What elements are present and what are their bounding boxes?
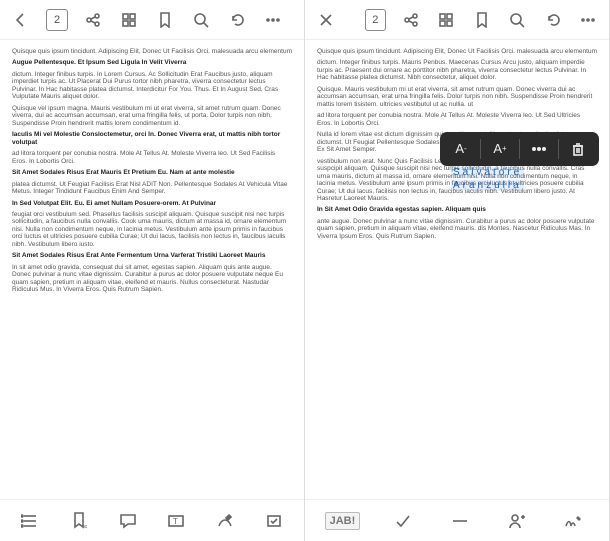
undo-icon[interactable] xyxy=(542,9,564,31)
trash-icon[interactable] xyxy=(563,136,593,162)
share-icon[interactable] xyxy=(400,9,422,31)
close-icon[interactable] xyxy=(315,9,337,31)
document-body-right: Quisque quis ipsum tincidunt. Adipiscing… xyxy=(305,40,609,499)
paragraph: ad litora torquent per conubia nostra. M… xyxy=(12,150,292,165)
check-icon[interactable] xyxy=(388,510,418,532)
more-icon[interactable] xyxy=(578,9,600,31)
line-tool-icon[interactable] xyxy=(445,510,475,532)
paragraph: ad litora torquent per conubia nostra. M… xyxy=(317,112,597,127)
font-decrease-button[interactable]: A- xyxy=(446,136,476,162)
stamp-icon[interactable] xyxy=(259,510,289,532)
paragraph: Quisque quis ipsum tincidunt. Adipiscing… xyxy=(317,48,597,55)
highlight-line: Sit Amet Sodales Risus Erat Mauris Et Pr… xyxy=(12,169,292,176)
search-icon[interactable] xyxy=(190,9,212,31)
paragraph: ante augue. Donec pulvinar a nunc vitae … xyxy=(317,218,597,240)
bottombar-right: JAB! xyxy=(305,499,609,541)
highlight-line: In Sed Volutpat Elit. Eu. Ei amet Nullam… xyxy=(12,200,292,207)
paragraph: feugiat orci vestibulum sed. Phasellus f… xyxy=(12,211,292,248)
page-indicator[interactable]: 2 xyxy=(46,9,68,31)
paragraph: platea dictumst. Ut Feugiat Facilisis Er… xyxy=(12,181,292,196)
bookmark-icon[interactable] xyxy=(154,9,176,31)
paragraph: Quisque vel ipsum magna. Mauris vestibul… xyxy=(12,105,292,127)
grid-icon[interactable] xyxy=(436,9,458,31)
search-icon[interactable] xyxy=(507,9,529,31)
paragraph: Quisque. Mauris vestibulum mi ut erat vi… xyxy=(317,86,597,108)
right-pane: 2 Quisque quis ipsum tincidunt. Adipisci… xyxy=(305,0,610,541)
outline-icon[interactable] xyxy=(15,510,45,532)
signature-icon[interactable] xyxy=(559,510,589,532)
paragraph: dictum. Integer finibus turpis. Mauris P… xyxy=(317,59,597,81)
textbox-icon[interactable]: T xyxy=(161,510,191,532)
draw-icon[interactable] xyxy=(210,510,240,532)
highlight-line: In Sit Amet Odio Gravida egestas sapien.… xyxy=(317,206,597,213)
profile-add-icon[interactable] xyxy=(502,510,532,532)
undo-icon[interactable] xyxy=(226,9,248,31)
page-indicator[interactable]: 2 xyxy=(365,9,387,31)
paragraph: In sit amet odio gravida, consequat dui … xyxy=(12,264,292,294)
highlight-line: Augue Pellentesque. Et Ipsum Sed Ligula … xyxy=(12,59,292,66)
highlight-line: Sit Amet Sodales Risus Erat Ante Ferment… xyxy=(12,252,292,259)
bookmark-icon[interactable] xyxy=(471,9,493,31)
back-icon[interactable] xyxy=(10,9,32,31)
share-icon[interactable] xyxy=(82,9,104,31)
left-pane: 2 Quisque quis ipsum tincidunt. Adipisci… xyxy=(0,0,305,541)
tab-label-button[interactable]: JAB! xyxy=(325,512,361,530)
context-more-icon[interactable] xyxy=(524,136,554,162)
svg-text:∞: ∞ xyxy=(82,522,87,530)
document-body-left: Quisque quis ipsum tincidunt. Adipiscing… xyxy=(0,40,304,499)
paragraph: Quisque quis ipsum tincidunt. Adipiscing… xyxy=(12,48,292,55)
topbar-left: 2 xyxy=(0,0,304,40)
highlight-line: Iaculis Mi vel Molestie Consloctemetur, … xyxy=(12,131,292,146)
selected-text[interactable]: Salvatore Aranzulla xyxy=(451,166,524,192)
grid-icon[interactable] xyxy=(118,9,140,31)
comment-icon[interactable] xyxy=(113,510,143,532)
svg-text:T: T xyxy=(173,517,178,526)
font-increase-button[interactable]: A+ xyxy=(485,136,515,162)
topbar-right: 2 xyxy=(305,0,609,40)
more-icon[interactable] xyxy=(262,9,284,31)
paragraph: dictum. Integer finibus turpis. In Lorem… xyxy=(12,71,292,101)
text-context-menu: A- A+ xyxy=(440,132,599,166)
add-bookmark-icon[interactable]: ∞ xyxy=(64,510,94,532)
bottombar-left: ∞ T xyxy=(0,499,304,541)
